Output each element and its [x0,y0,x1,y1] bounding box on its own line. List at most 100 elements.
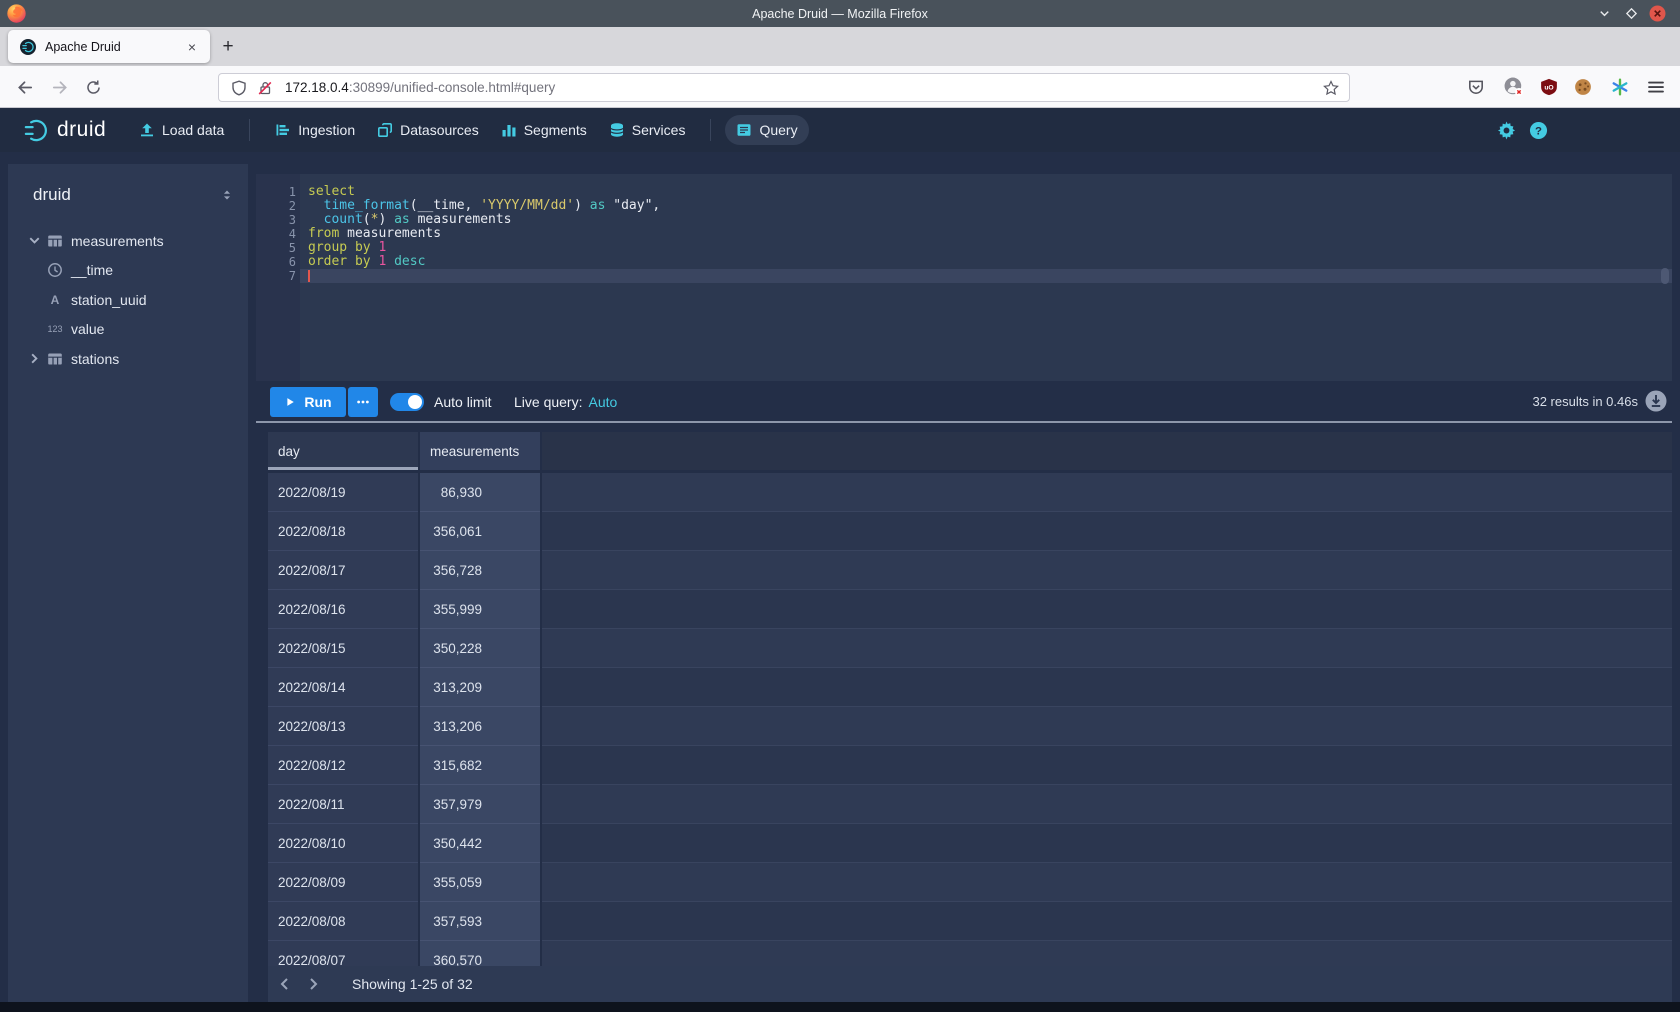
cell-day[interactable]: 2022/08/16 [268,590,418,629]
table-row: 2022/08/10350,442 [268,824,1672,863]
header-actions: ? [1488,108,1552,152]
tree-item-stations[interactable]: stations [8,344,248,374]
cell-day[interactable]: 2022/08/17 [268,551,418,590]
cell-value: 357,593 [430,914,482,929]
cell-measurements[interactable]: 315,682 [420,746,540,785]
cell-measurements[interactable]: 357,979 [420,785,540,824]
tracking-shield-icon[interactable] [231,80,247,96]
tab-close-icon[interactable]: × [182,37,202,57]
run-more-options-button[interactable] [348,387,378,417]
column-header-measurements[interactable]: measurements [420,432,540,470]
cell-day[interactable]: 2022/08/08 [268,902,418,941]
window-minimize-icon[interactable] [1595,4,1614,23]
auto-limit-toggle[interactable] [390,393,424,411]
run-button[interactable]: Run [270,387,346,417]
bookmark-star-icon[interactable] [1323,80,1339,96]
cell-measurements[interactable]: 355,059 [420,863,540,902]
cell-measurements[interactable]: 356,061 [420,512,540,551]
cell-day[interactable]: 2022/08/09 [268,863,418,902]
nav-item-services[interactable]: Services [598,115,697,145]
previous-page-icon[interactable] [272,971,298,997]
code-token: as [590,198,606,213]
ingestion-icon [275,122,291,138]
back-icon[interactable] [12,74,38,100]
cell-day[interactable]: 2022/08/18 [268,512,418,551]
cell-measurements[interactable]: 357,593 [420,902,540,941]
cell-value: 313,209 [430,680,482,695]
nav-item-query[interactable]: Query [725,115,808,145]
row-filler [542,941,1672,966]
tree-item-measurements[interactable]: measurements [8,226,248,256]
cell-day[interactable]: 2022/08/07 [268,941,418,966]
nav-item-segments[interactable]: Segments [490,115,598,145]
schema-selector[interactable]: druid [8,180,248,210]
cell-value: 360,570 [430,953,482,967]
code-token: ) [574,198,590,213]
code-line-6: order by 1 desc [308,255,660,269]
tree-item-time-column[interactable]: __time [8,256,248,286]
url-bar[interactable]: 172.18.0.4:30899/unified-console.html#qu… [218,73,1350,102]
cell-value: 315,682 [430,758,482,773]
cell-measurements[interactable]: 313,209 [420,668,540,707]
nav-item-ingestion[interactable]: Ingestion [264,115,366,145]
tree-item-value-column[interactable]: 123value [8,315,248,345]
table-row: 2022/08/12 315,682 [268,746,1672,785]
code-token: from [308,226,339,241]
chevron-down-icon[interactable] [26,233,42,249]
editor-code[interactable]: select time_format(__time, 'YYYY/MM/dd')… [308,185,660,283]
pocket-icon[interactable] [1465,76,1487,98]
row-filler [542,863,1672,902]
window-titlebar: Apache Druid — Mozilla Firefox [0,0,1680,27]
editor-cursor [308,270,310,282]
download-results-icon[interactable] [1645,390,1667,412]
reload-icon[interactable] [80,74,106,100]
svg-text:?: ? [1535,125,1542,137]
insecure-lock-icon[interactable] [257,80,273,96]
cell-value: 356,061 [430,524,482,539]
cell-value: 313,206 [430,719,482,734]
cell-measurements[interactable]: 86,930 [420,473,540,512]
ublock-icon[interactable]: uO [1538,76,1560,98]
cell-day[interactable]: 2022/08/14 [268,668,418,707]
cell-day[interactable]: 2022/08/11 [268,785,418,824]
hamburger-menu-icon[interactable] [1645,76,1667,98]
settings-gear-icon[interactable] [1492,116,1520,144]
window-maximize-icon[interactable] [1622,4,1641,23]
nav-item-load-data[interactable]: Load data [128,115,235,145]
header-filler [542,432,1672,470]
cell-measurements[interactable]: 360,570 [420,941,540,966]
account-extension-icon[interactable] [1503,76,1525,98]
cell-measurements[interactable]: 356,728 [420,551,540,590]
code-token [308,198,324,213]
cell-measurements[interactable]: 350,228 [420,629,540,668]
run-label: Run [304,394,331,410]
url-text[interactable]: 172.18.0.4:30899/unified-console.html#qu… [285,80,1323,95]
number-column-icon: 123 [46,320,64,338]
cell-day[interactable]: 2022/08/15 [268,629,418,668]
cell-day[interactable]: 2022/08/12 [268,746,418,785]
sql-editor[interactable]: 1234567 select time_format(__time, 'YYYY… [256,174,1672,381]
schema-sidebar: druid measurements__timeAstation_uuid123… [8,164,248,1002]
code-token [386,254,394,269]
cell-day[interactable]: 2022/08/13 [268,707,418,746]
cookie-extension-icon[interactable] [1572,76,1594,98]
new-tab-button[interactable]: + [214,33,242,61]
next-page-icon[interactable] [300,971,326,997]
cell-day[interactable]: 2022/08/19 [268,473,418,512]
browser-tab[interactable]: Apache Druid × [8,30,210,63]
live-query[interactable]: Live query: Auto [514,381,617,422]
window-close-icon[interactable] [1648,4,1667,23]
column-header-day[interactable]: day [268,432,418,470]
forward-icon[interactable] [46,74,72,100]
nav-item-datasources[interactable]: Datasources [366,115,490,145]
chevron-right-icon[interactable] [26,351,42,367]
druid-brand[interactable]: druid [22,108,106,152]
tree-item-station-uuid-column[interactable]: Astation_uuid [8,285,248,315]
multi-account-asterisk-icon[interactable] [1609,76,1631,98]
cell-measurements[interactable]: 355,999 [420,590,540,629]
help-icon[interactable]: ? [1524,116,1552,144]
cell-measurements[interactable]: 350,442 [420,824,540,863]
editor-scrollbar-thumb[interactable] [1661,268,1669,284]
cell-day[interactable]: 2022/08/10 [268,824,418,863]
cell-measurements[interactable]: 313,206 [420,707,540,746]
